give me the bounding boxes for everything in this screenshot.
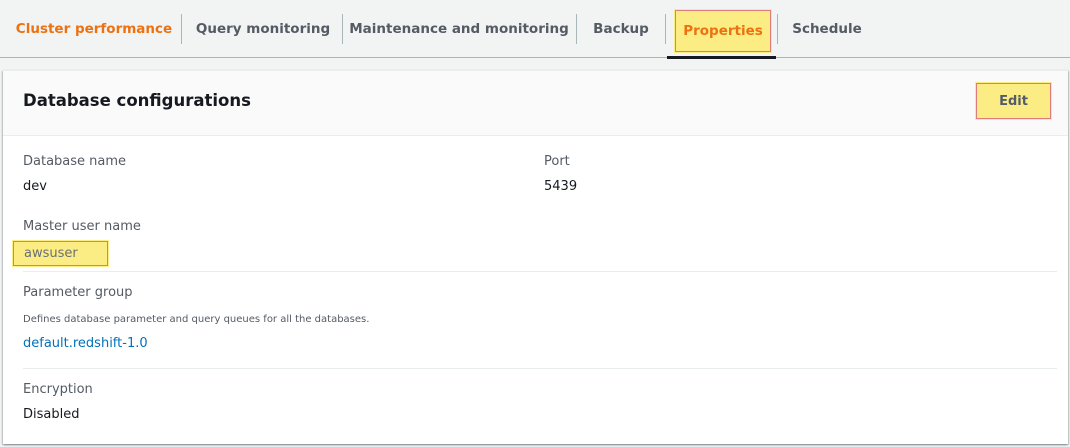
master-user-name-highlight: awsuser — [12, 240, 109, 267]
parameter-group-label: Parameter group — [23, 285, 133, 300]
section-divider — [23, 368, 1057, 369]
panel-title: Database configurations — [23, 91, 251, 110]
tab-separator — [576, 14, 577, 44]
port-value: 5439 — [544, 179, 578, 194]
panel-header: Database configurations Edit — [3, 71, 1068, 136]
tab-properties-highlight: Properties — [674, 9, 772, 53]
tab-properties[interactable]: Properties — [667, 0, 776, 59]
section-divider — [23, 271, 1057, 272]
master-user-name-label: Master user name — [23, 219, 141, 234]
tab-backup[interactable]: Backup — [586, 0, 656, 58]
tab-schedule[interactable]: Schedule — [786, 0, 868, 58]
tab-query-monitoring[interactable]: Query monitoring — [192, 0, 334, 58]
tab-separator — [777, 14, 778, 44]
parameter-group-description: Defines database parameter and query que… — [23, 314, 370, 325]
tab-separator — [181, 14, 182, 44]
master-user-name-value: awsuser — [24, 246, 78, 261]
tab-properties-label: Properties — [683, 23, 763, 39]
tab-bar: Cluster performance Query monitoring Mai… — [0, 0, 1070, 59]
database-configurations-panel: Database configurations Edit Database na… — [3, 70, 1068, 444]
tab-separator — [665, 14, 666, 44]
parameter-group-link[interactable]: default.redshift-1.0 — [23, 336, 148, 351]
database-name-value: dev — [23, 179, 47, 194]
port-label: Port — [544, 154, 570, 169]
encryption-label: Encryption — [23, 382, 93, 397]
tab-cluster-performance[interactable]: Cluster performance — [14, 0, 174, 58]
tab-separator — [342, 14, 343, 44]
edit-button-label: Edit — [999, 93, 1028, 109]
tab-maintenance-and-monitoring[interactable]: Maintenance and monitoring — [349, 0, 569, 58]
database-name-label: Database name — [23, 154, 127, 169]
edit-button[interactable]: Edit — [975, 82, 1052, 120]
encryption-value: Disabled — [23, 407, 80, 422]
